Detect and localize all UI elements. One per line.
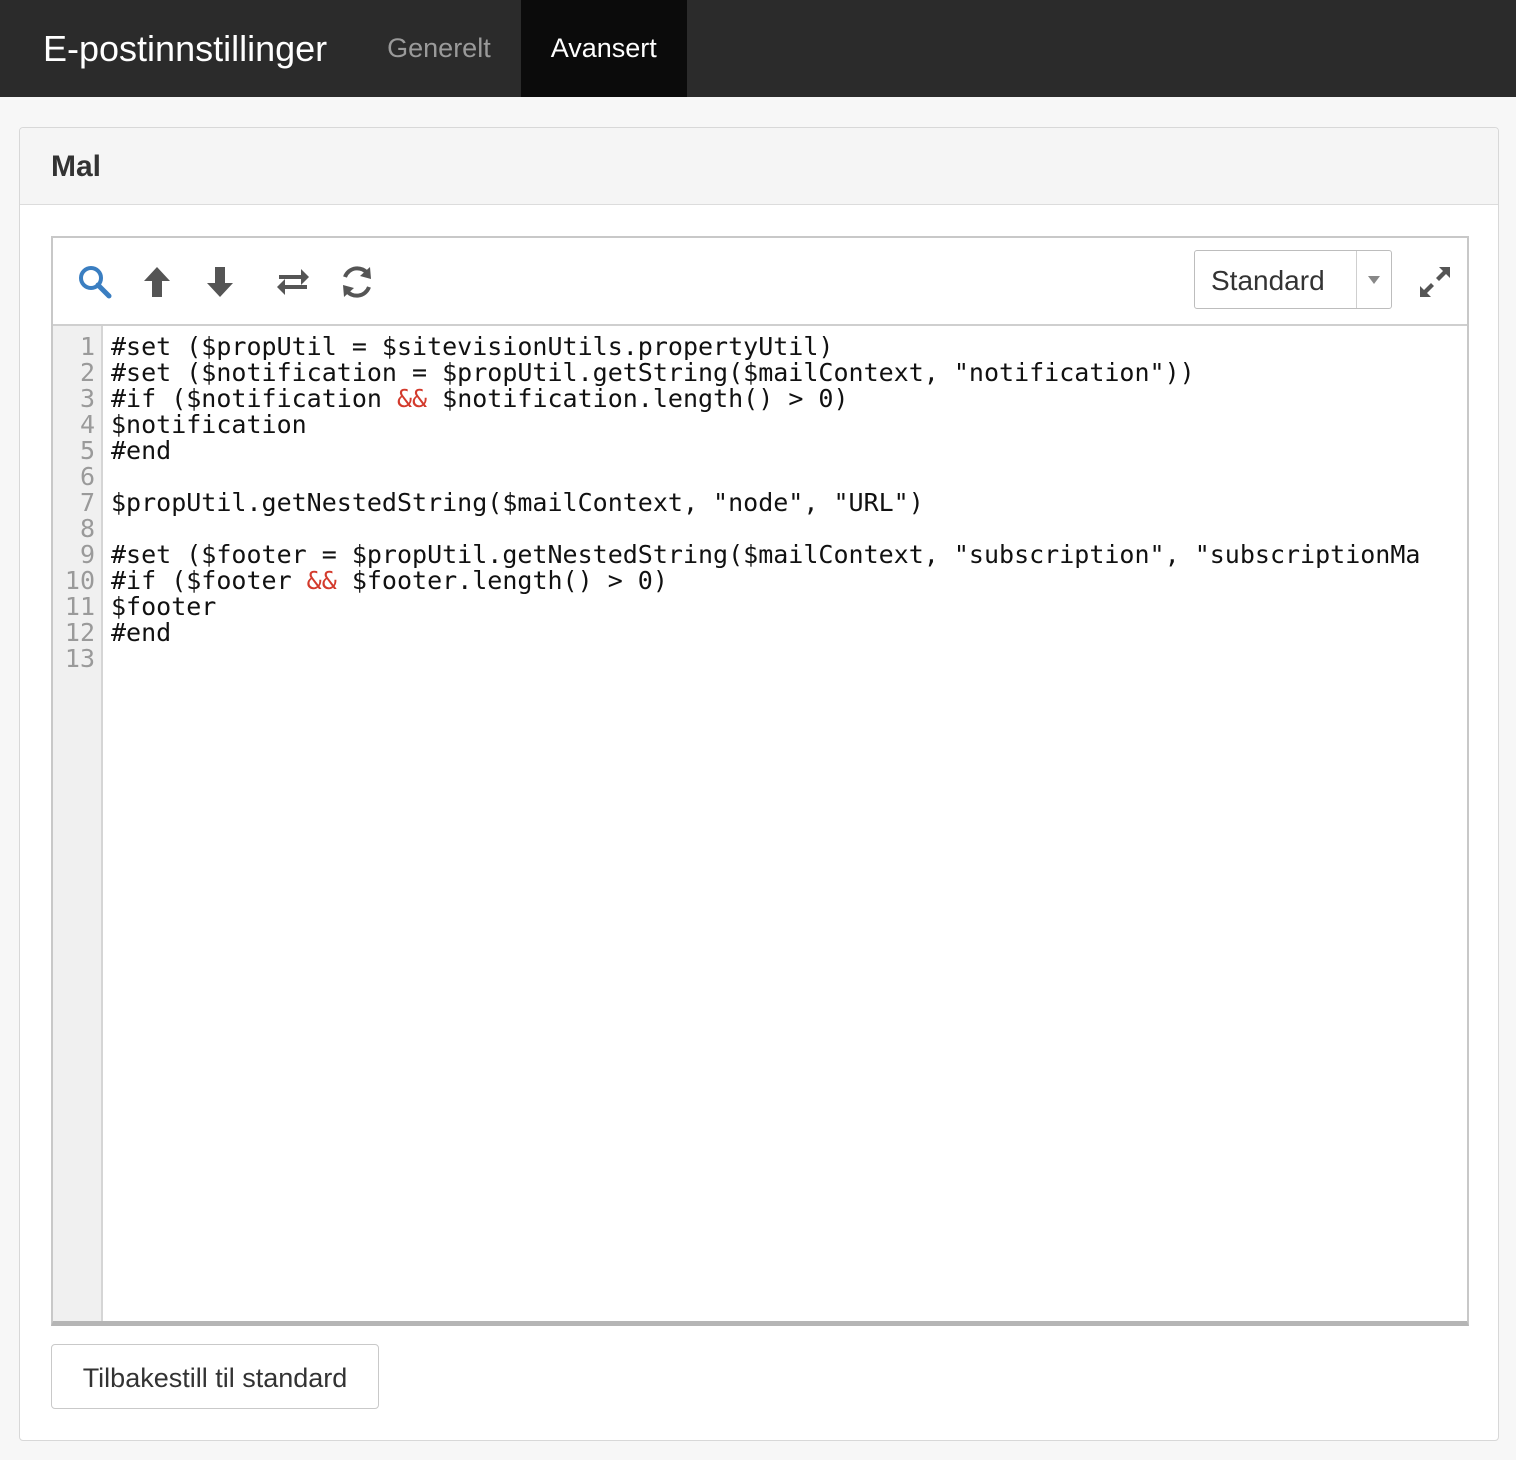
code-token: $footer [111,592,217,621]
code-token: $propUtil.getNestedString($mailContext, … [111,488,924,517]
swap-icon[interactable] [273,262,313,302]
page-title: E-postinnstillinger [43,28,328,69]
refresh-icon[interactable] [337,262,377,302]
line-number-gutter: 1 2 3 4 5 6 7 8 9 10 11 12 13 [53,326,103,1321]
line-number: 12 [64,618,95,647]
code-token: $notification [111,410,307,439]
arrow-up-icon[interactable] [137,262,177,302]
line-number: 2 [79,358,95,387]
code-line: #end [111,620,1467,646]
code-token: #end [111,618,172,647]
code-line: #set ($propUtil = $sitevisionUtils.prope… [111,334,1467,360]
mode-select-value: Standard [1211,265,1325,296]
code-token: #set ($footer = $propUtil.getNestedStrin… [111,540,1421,569]
tab-generelt[interactable]: Generelt [357,0,521,97]
line-number: 1 [79,332,95,361]
code-token: $footer.length() > 0) [336,566,668,595]
line-number: 13 [64,644,95,673]
line-number: 11 [64,592,95,621]
reset-to-default-button[interactable]: Tilbakestill til standard [51,1344,379,1409]
line-number: 3 [79,384,95,413]
code-line: $propUtil.getNestedString($mailContext, … [111,490,1467,516]
code-lines[interactable]: #set ($propUtil = $sitevisionUtils.prope… [111,334,1467,672]
code-line: $notification [111,412,1467,438]
code-token: #set ($propUtil = $sitevisionUtils.prope… [111,332,834,361]
mode-select[interactable]: Standard [1194,250,1392,309]
top-bar: E-postinnstillinger Generelt Avansert [0,0,1516,97]
panel-header: Mal [20,128,1498,205]
editor-toolbar: Standard [53,238,1467,326]
line-number: 9 [79,540,95,569]
line-number: 4 [79,410,95,439]
panel-title: Mal [51,150,102,183]
operator-token: && [396,384,428,413]
code-token: #if ($footer [111,566,307,595]
code-token: #end [111,436,172,465]
line-number: 5 [79,436,95,465]
line-number: 10 [64,566,95,595]
code-line: #if ($footer && $footer.length() > 0) [111,568,1467,594]
code-line: #end [111,438,1467,464]
expand-icon[interactable] [1415,262,1455,302]
code-area[interactable]: 1 2 3 4 5 6 7 8 9 10 11 12 13 #set ($propUtil = $sit… [53,326,1467,1321]
chevron-down-icon [1356,251,1391,308]
code-line: #set ($footer = $propUtil.getNestedStrin… [111,542,1467,568]
search-icon[interactable] [75,262,115,302]
code-token: $notification.length() > 0) [427,384,849,413]
tab-avansert[interactable]: Avansert [520,0,687,97]
template-panel: Mal Standard 1 2 3 4 5 6 7 8 9 10 11 12 … [19,127,1499,1441]
code-token: #set ($notification = $propUtil.getStrin… [111,358,1195,387]
code-line: #set ($notification = $propUtil.getStrin… [111,360,1467,386]
arrow-down-icon[interactable] [200,262,240,302]
code-token: #if ($notification [111,384,397,413]
code-line: $footer [111,594,1467,620]
code-editor: Standard 1 2 3 4 5 6 7 8 9 10 11 12 13 #set ($propUt… [51,236,1469,1326]
code-line: #if ($notification && $notification.leng… [111,386,1467,412]
operator-token: && [306,566,337,595]
line-number: 6 [79,462,95,491]
line-number: 7 [79,488,95,517]
line-number: 8 [79,514,95,543]
